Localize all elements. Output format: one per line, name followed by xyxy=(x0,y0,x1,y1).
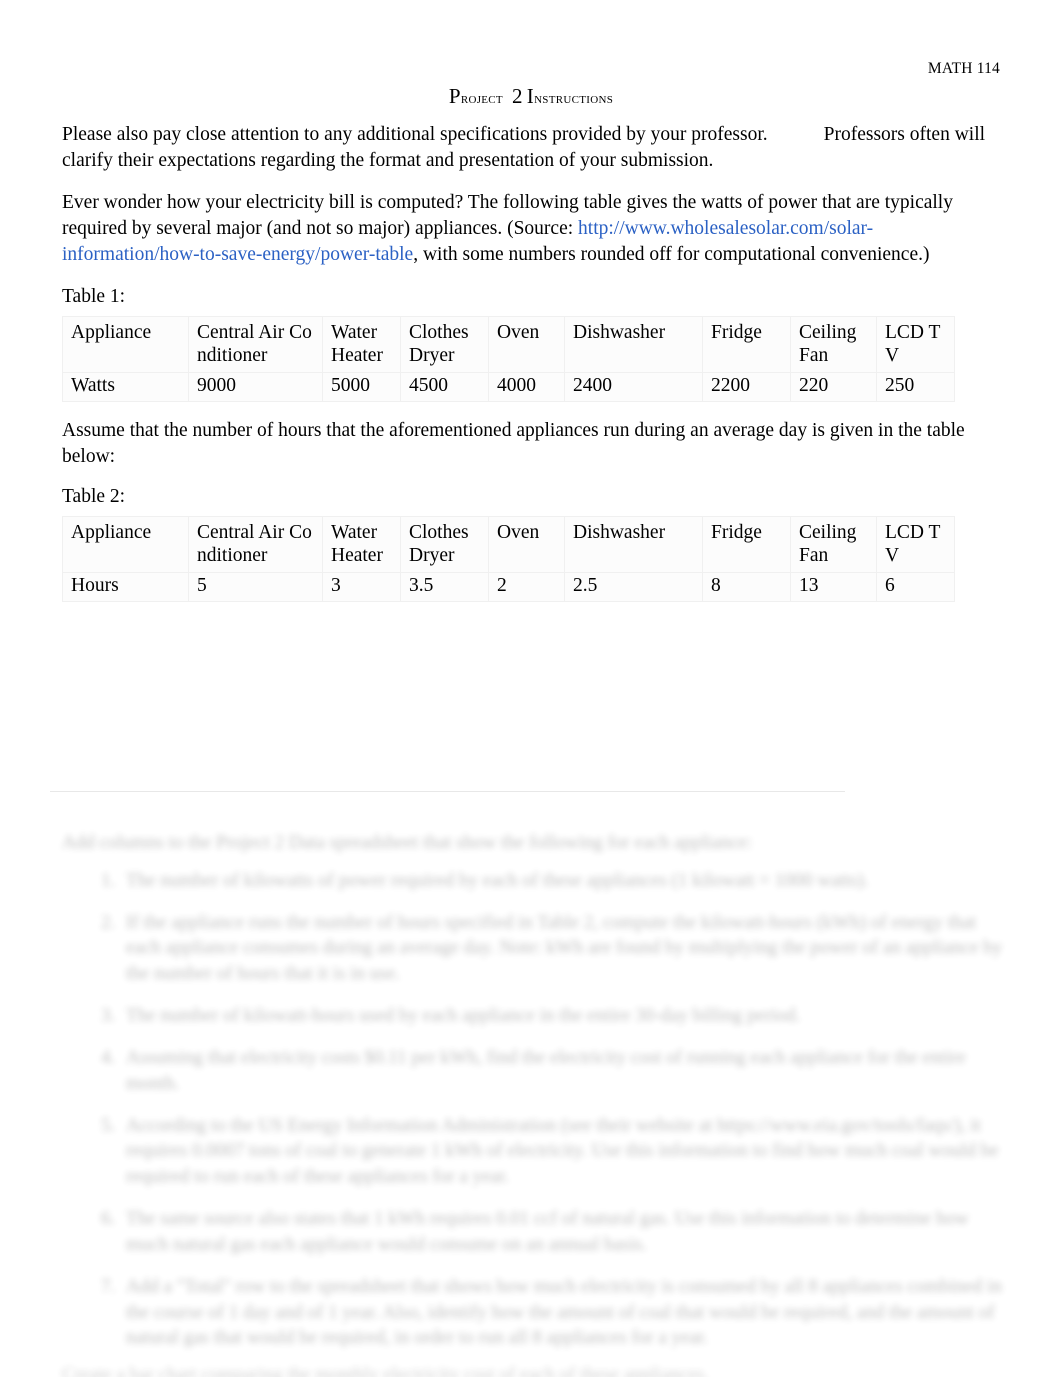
table-hours: Appliance Central Air Conditioner Water … xyxy=(62,515,955,602)
table1-value-water-heater: 5000 xyxy=(322,372,401,402)
table1-header-clothes-dryer: Clothes Dryer xyxy=(400,315,489,374)
faded-instructions-section: Add columns to the Project 2 Data spread… xyxy=(62,830,1007,1367)
table2-header-dishwasher: Dishwasher xyxy=(564,515,703,574)
table2-value-dishwasher: 2.5 xyxy=(564,572,703,602)
table1-value-oven: 4000 xyxy=(488,372,565,402)
table2-value-lcd-tv: 6 xyxy=(876,572,955,602)
running-head: MATH 114 xyxy=(927,60,1000,77)
title-p: P xyxy=(448,84,461,108)
para1-part1: Please also pay close attention to any a… xyxy=(62,124,768,145)
table1-value-clothes-dryer: 4500 xyxy=(400,372,489,402)
table1-header-central-air-conditioner: Central Air Conditioner xyxy=(188,315,323,374)
table2-clipped-wrapper: Appliance Central Air Conditioner Water … xyxy=(62,515,1000,637)
table-row: Appliance Central Air Conditioner Water … xyxy=(62,315,955,374)
list-item: The same source also states that 1 kWh r… xyxy=(120,1206,1007,1258)
table1-value-ceiling-fan: 220 xyxy=(790,372,877,402)
title-i: I xyxy=(526,84,535,108)
paragraph-professor-specifications: Please also pay close attention to any a… xyxy=(62,122,1000,174)
table1-header-oven: Oven xyxy=(488,315,565,374)
faded-tail-line: Create a bar chart comparing the monthly… xyxy=(62,1364,709,1377)
table1-header-lcd-tv: LCD TV xyxy=(876,315,955,374)
list-item: Assuming that electricity costs $0.11 pe… xyxy=(120,1045,1007,1097)
table1-header-water-heater: Water Heater xyxy=(322,315,401,374)
table2-value-clothes-dryer: 3.5 xyxy=(400,572,489,602)
table2-header-oven: Oven xyxy=(488,515,565,574)
table2-value-fridge: 8 xyxy=(702,572,791,602)
title-nstructions: nstructions xyxy=(534,91,614,107)
page-title: Project 2 Instructions xyxy=(0,84,1062,109)
table-row: Appliance Central Air Conditioner Water … xyxy=(62,515,955,574)
list-item: If the appliance runs the number of hour… xyxy=(120,910,1007,987)
faded-instruction-list: The number of kilowatts of power require… xyxy=(62,868,1007,1351)
table2-value-oven: 2 xyxy=(488,572,565,602)
table1-label-watts: Watts xyxy=(62,372,189,402)
table1-header-ceiling-fan: Ceiling Fan xyxy=(790,315,877,374)
table-watts: Appliance Central Air Conditioner Water … xyxy=(62,315,955,402)
table1-value-fridge: 2200 xyxy=(702,372,791,402)
table2-caption: Table 2: xyxy=(62,485,126,507)
section-divider xyxy=(50,791,845,792)
list-item: The number of kilowatts of power require… xyxy=(120,868,1007,894)
table2-header-central-air-conditioner: Central Air Conditioner xyxy=(188,515,323,574)
table2-value-ceiling-fan: 13 xyxy=(790,572,877,602)
table1-caption: Table 1: xyxy=(62,285,126,307)
table-row: Watts 9000 5000 4500 4000 2400 2200 220 … xyxy=(62,372,955,402)
table1-header-fridge: Fridge xyxy=(702,315,791,374)
document-page: MATH 114 Project 2 Instructions Please als… xyxy=(0,0,1062,1377)
para2-part2: , with some numbers rounded off for comp… xyxy=(413,243,930,265)
table2-header-fridge: Fridge xyxy=(702,515,791,574)
list-item: Add a "Total" row to the spreadsheet tha… xyxy=(120,1274,1007,1351)
title-roject: roject xyxy=(460,91,503,107)
table2-value-water-heater: 3 xyxy=(322,572,401,602)
list-item: The number of kilowatt-hours used by eac… xyxy=(120,1003,1007,1029)
title-number: 2 xyxy=(511,84,523,108)
table-row: Hours 5 3 3.5 2 2.5 8 13 6 xyxy=(62,572,955,602)
table1-header-dishwasher: Dishwasher xyxy=(564,315,703,374)
table2-header-lcd-tv: LCD TV xyxy=(876,515,955,574)
paragraph-hours-intro: Assume that the number of hours that the… xyxy=(62,419,965,467)
table2-value-central-air-conditioner: 5 xyxy=(188,572,323,602)
table1-value-dishwasher: 2400 xyxy=(564,372,703,402)
table2-header-clothes-dryer: Clothes Dryer xyxy=(400,515,489,574)
table1-value-central-air-conditioner: 9000 xyxy=(188,372,323,402)
table2-label-hours: Hours xyxy=(62,572,189,602)
faded-lead-text: Add columns to the Project 2 Data spread… xyxy=(62,832,753,853)
list-item: According to the US Energy Information A… xyxy=(120,1113,1007,1190)
table1-value-lcd-tv: 250 xyxy=(876,372,955,402)
table2-header-ceiling-fan: Ceiling Fan xyxy=(790,515,877,574)
document-content: Please also pay close attention to any a… xyxy=(62,122,1000,637)
table1-header-appliance: Appliance xyxy=(62,315,189,374)
table2-header-appliance: Appliance xyxy=(62,515,189,574)
paragraph-electricity-intro: Ever wonder how your electricity bill is… xyxy=(62,190,1000,268)
table2-header-water-heater: Water Heater xyxy=(322,515,401,574)
